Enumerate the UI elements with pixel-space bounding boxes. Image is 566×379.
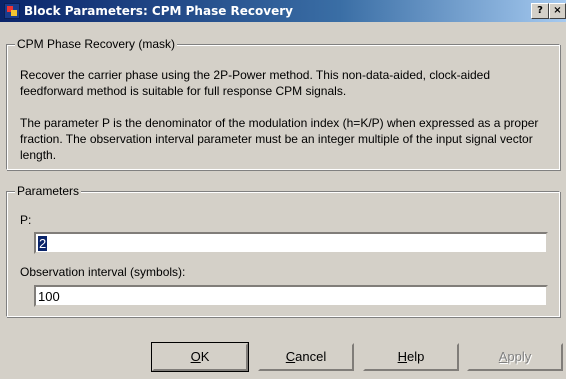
apply-label-rest: pply (507, 349, 532, 364)
help-button[interactable]: Help (363, 343, 459, 371)
p-label: P: (20, 213, 32, 227)
title-bar[interactable]: Block Parameters: CPM Phase Recovery ? × (0, 0, 566, 22)
p-input-value: 2 (38, 236, 48, 251)
parameters-group-label: Parameters (15, 184, 82, 198)
ok-mnemonic: O (190, 349, 201, 364)
simulink-block-icon (4, 3, 20, 19)
p-input[interactable]: 2 (34, 232, 548, 254)
cancel-mnemonic: C (285, 349, 296, 364)
cancel-label-rest: ancel (295, 349, 327, 364)
help-label-rest: elp (407, 349, 425, 364)
ok-label-rest: K (200, 349, 210, 364)
cancel-button[interactable]: Cancel (258, 343, 354, 371)
observation-interval-input[interactable]: 100 (34, 285, 548, 307)
help-mnemonic: H (397, 349, 408, 364)
description-paragraph-1: Recover the carrier phase using the 2P-P… (20, 68, 491, 98)
ok-button[interactable]: OK (151, 342, 249, 372)
help-icon[interactable]: ? (531, 3, 549, 19)
observation-interval-value: 100 (38, 289, 60, 304)
window-title: Block Parameters: CPM Phase Recovery (24, 4, 293, 18)
close-icon[interactable]: × (549, 3, 566, 19)
observation-interval-label: Observation interval (symbols): (20, 265, 186, 279)
apply-button[interactable]: Apply (467, 343, 563, 371)
description-group-label: CPM Phase Recovery (mask) (15, 37, 178, 51)
description-paragraph-2: The parameter P is the denominator of th… (20, 116, 539, 162)
